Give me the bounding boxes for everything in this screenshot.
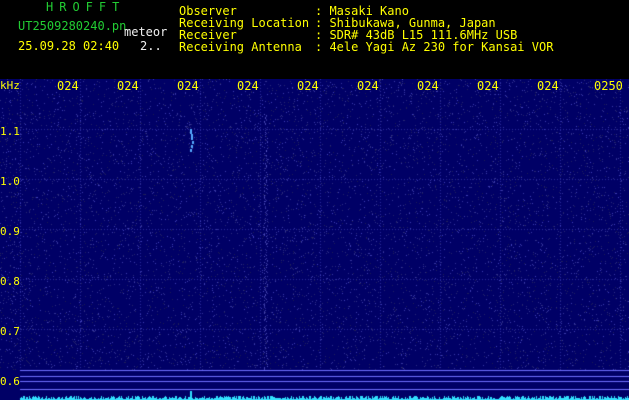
y-axis-unit: kHz <box>0 79 20 92</box>
y-tick-label: 1.0 <box>0 175 20 188</box>
y-tick-label: 0.6 <box>0 375 20 388</box>
antenna-key: Receiving Antenna <box>179 40 302 54</box>
y-tick-label: 0.9 <box>0 225 20 238</box>
x-tick-label: 024 <box>237 79 259 93</box>
y-tick-label: 0.8 <box>0 275 20 288</box>
x-tick-label: 0250 <box>594 79 623 93</box>
x-tick-label: 024 <box>357 79 379 93</box>
spectrogram-canvas <box>0 79 629 400</box>
antenna-value: : 4ele Yagi Az 230 for Kansai VOR <box>315 40 554 54</box>
file-name: UT2509280240.pn <box>18 19 127 33</box>
x-tick-label: 024 <box>417 79 439 93</box>
x-tick-label: 024 <box>537 79 559 93</box>
x-tick-label: 024 <box>177 79 199 93</box>
brand-title: HROFFT <box>46 0 126 14</box>
y-tick-label: 0.7 <box>0 325 20 338</box>
header-panel: HROFFT UT2509280240.pn meteor 25.09.28 0… <box>0 0 629 78</box>
mode-label: meteor <box>124 25 168 39</box>
x-tick-label: 024 <box>117 79 139 93</box>
y-tick-label: 1.1 <box>0 125 20 138</box>
x-tick-label: 024 <box>297 79 319 93</box>
x-tick-label: 024 <box>57 79 79 93</box>
x-tick-label: 024 <box>477 79 499 93</box>
count-value: 2.. <box>140 39 162 53</box>
date-time: 25.09.28 02:40 <box>18 39 120 53</box>
